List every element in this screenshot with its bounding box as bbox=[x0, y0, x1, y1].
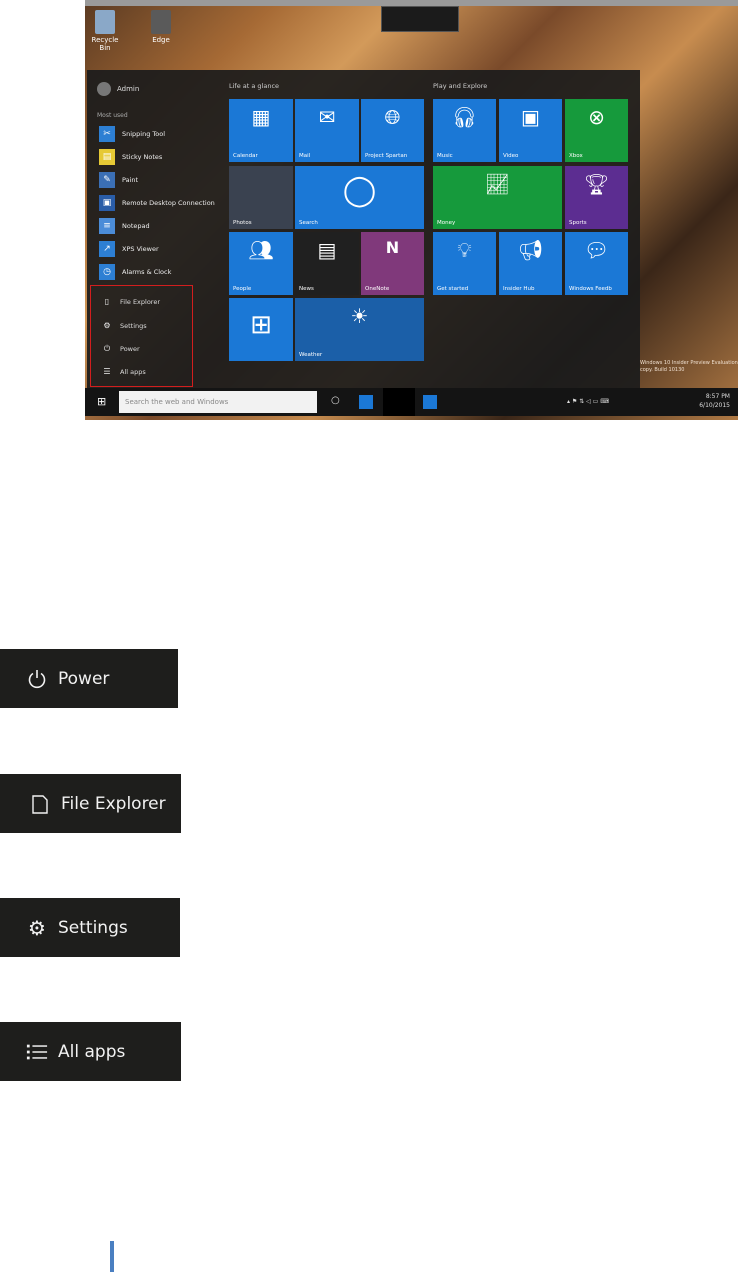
tile-calendar[interactable]: ▦ Calendar bbox=[229, 99, 293, 162]
lightbulb-icon: 💡︎ bbox=[457, 238, 472, 262]
tile-sports[interactable]: 🏆︎ Sports bbox=[565, 166, 628, 229]
tile-weather[interactable]: ☀ Weather bbox=[295, 298, 424, 361]
callout-file-explorer[interactable]: File Explorer bbox=[0, 774, 181, 833]
desktop-icon-recycle-bin[interactable]: Recycle Bin bbox=[91, 10, 119, 52]
tile-search[interactable]: ◯ Search bbox=[295, 166, 424, 229]
app-paint[interactable]: ✎ Paint bbox=[99, 172, 138, 188]
taskbar-clock[interactable]: 8:57 PM 6/10/2015 bbox=[699, 392, 730, 410]
taskbar-search-input[interactable]: Search the web and Windows bbox=[119, 391, 317, 413]
xps-icon: ↗ bbox=[99, 241, 115, 257]
recycle-bin-icon bbox=[95, 10, 115, 34]
list-icon: ☰ bbox=[103, 367, 111, 376]
most-used-heading: Most used bbox=[97, 112, 128, 119]
callout-settings[interactable]: ⚙ Settings bbox=[0, 898, 180, 957]
trophy-icon: 🏆︎ bbox=[583, 172, 610, 196]
tile-windows-feedback[interactable]: 💬︎ Windows Feedb bbox=[565, 232, 628, 295]
app-remote-desktop[interactable]: ▣ Remote Desktop Connection bbox=[99, 195, 215, 211]
people-icon: 👥︎ bbox=[248, 238, 274, 262]
callout-power[interactable]: Power bbox=[0, 649, 178, 708]
headphones-icon: 🎧︎ bbox=[451, 105, 478, 129]
tile-project-spartan[interactable]: 🌐︎ Project Spartan bbox=[361, 99, 424, 162]
app-alarms-clock[interactable]: ◷ Alarms & Clock bbox=[99, 264, 171, 280]
start-menu: Admin Most used ✂ Snipping Tool ▤ Sticky… bbox=[87, 70, 640, 388]
globe-icon: 🌐︎ bbox=[384, 105, 401, 129]
onenote-icon: N bbox=[385, 238, 400, 257]
windows-start-icon[interactable]: ⊞ bbox=[97, 396, 109, 408]
group-title-life: Life at a glance bbox=[229, 82, 280, 90]
clock-icon: ◷ bbox=[99, 264, 115, 280]
start-left-pane: Admin Most used ✂ Snipping Tool ▤ Sticky… bbox=[87, 70, 223, 388]
tile-store[interactable]: ⊞ bbox=[229, 298, 293, 361]
avatar bbox=[97, 82, 111, 96]
scissors-icon: ✂ bbox=[99, 126, 115, 142]
mail-icon: ✉ bbox=[318, 105, 336, 129]
feedback-icon: 💬︎ bbox=[583, 238, 610, 262]
user-account[interactable]: Admin bbox=[97, 82, 139, 96]
notepad-icon: ≡ bbox=[99, 218, 115, 234]
file-explorer-icon bbox=[29, 793, 51, 815]
app-xps-viewer[interactable]: ↗ XPS Viewer bbox=[99, 241, 159, 257]
text-cursor-bar bbox=[110, 1241, 114, 1272]
sun-icon: ☀ bbox=[350, 304, 369, 328]
start-all-apps[interactable]: ☰ All apps bbox=[102, 367, 145, 376]
tile-insider-hub[interactable]: 📢︎ Insider Hub bbox=[499, 232, 562, 295]
store-taskbar-icon[interactable] bbox=[423, 395, 437, 409]
edge-icon bbox=[151, 10, 171, 34]
power-icon: ⏻ bbox=[103, 344, 111, 353]
start-file-explorer[interactable]: ▯ File Explorer bbox=[102, 297, 160, 306]
desktop-screenshot: Recycle Bin Edge Admin Most used ✂ Snipp… bbox=[85, 0, 738, 420]
tile-people[interactable]: 👥︎ People bbox=[229, 232, 293, 295]
app-notepad[interactable]: ≡ Notepad bbox=[99, 218, 150, 234]
tile-photos[interactable]: Photos bbox=[229, 166, 293, 229]
note-icon: ▤ bbox=[99, 149, 115, 165]
redaction-box-taskbar bbox=[383, 388, 415, 416]
list-icon bbox=[26, 1041, 48, 1063]
app-snipping-tool[interactable]: ✂ Snipping Tool bbox=[99, 126, 165, 142]
start-power[interactable]: ⏻ Power bbox=[102, 344, 140, 354]
cortana-icon: ◯ bbox=[342, 173, 377, 208]
gear-icon: ⚙ bbox=[103, 321, 111, 330]
gear-icon: ⚙ bbox=[28, 915, 46, 940]
tile-money[interactable]: 📈︎ Money bbox=[433, 166, 562, 229]
power-icon bbox=[26, 668, 48, 690]
xbox-icon: ⊗ bbox=[588, 105, 605, 129]
tile-news[interactable]: ▤ News bbox=[295, 232, 359, 295]
tile-music[interactable]: 🎧︎ Music bbox=[433, 99, 496, 162]
chart-icon: 📈︎ bbox=[484, 172, 511, 196]
taskbar: ⊞ Search the web and Windows ○ ▴ ⚑ ⇅ ◁ ▭… bbox=[85, 388, 738, 416]
store-icon: ⊞ bbox=[250, 310, 272, 340]
callout-all-apps[interactable]: All apps bbox=[0, 1022, 181, 1081]
tile-mail[interactable]: ✉ Mail bbox=[295, 99, 359, 162]
calendar-icon: ▦ bbox=[251, 105, 271, 129]
video-icon: ▣ bbox=[521, 105, 540, 129]
app-sticky-notes[interactable]: ▤ Sticky Notes bbox=[99, 149, 162, 165]
palette-icon: ✎ bbox=[99, 172, 115, 188]
tile-video[interactable]: ▣ Video bbox=[499, 99, 562, 162]
task-view-icon[interactable]: ○ bbox=[331, 395, 345, 409]
news-icon: ▤ bbox=[317, 238, 337, 262]
tray-icons[interactable]: ▴ ⚑ ⇅ ◁ ▭ ⌨ bbox=[567, 398, 609, 405]
taskbar-app-icon[interactable] bbox=[359, 395, 373, 409]
start-settings[interactable]: ⚙ Settings bbox=[102, 321, 146, 330]
remote-desktop-icon: ▣ bbox=[99, 195, 115, 211]
file-explorer-icon: ▯ bbox=[104, 297, 110, 306]
desktop-icon-edge[interactable]: Edge bbox=[147, 10, 175, 44]
tile-onenote[interactable]: N OneNote bbox=[361, 232, 424, 295]
megaphone-icon: 📢︎ bbox=[517, 238, 544, 262]
redaction-box bbox=[381, 6, 459, 32]
group-title-play: Play and Explore bbox=[433, 82, 488, 90]
tile-get-started[interactable]: 💡︎ Get started bbox=[433, 232, 496, 295]
tile-xbox[interactable]: ⊗ Xbox bbox=[565, 99, 628, 162]
build-watermark: Windows 10 Insider Preview Evaluation co… bbox=[640, 360, 738, 373]
